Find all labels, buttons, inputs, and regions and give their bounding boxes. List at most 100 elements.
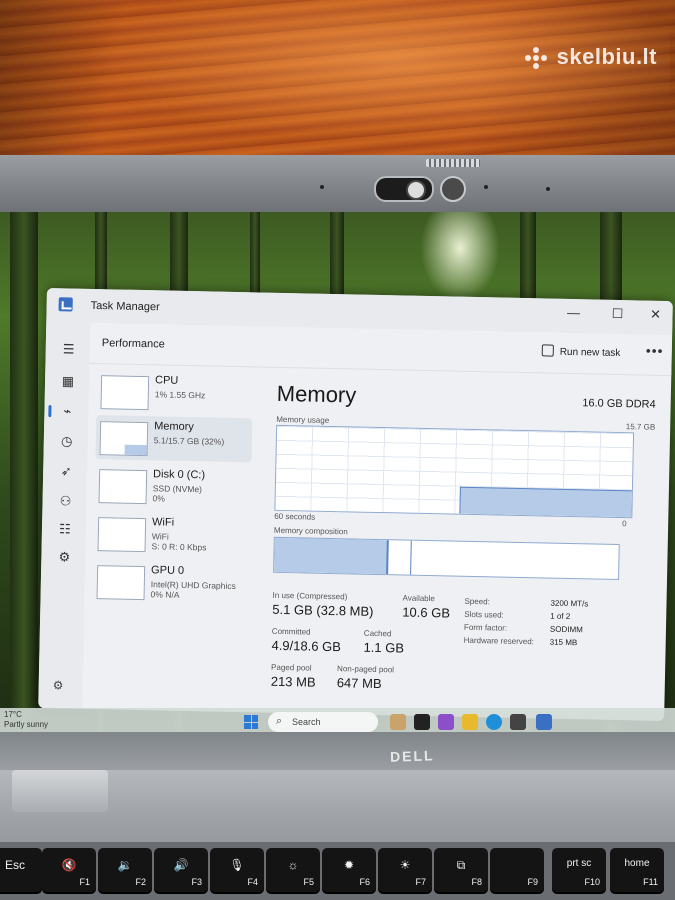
- minimize-button[interactable]: —: [558, 305, 588, 321]
- graph-time-right: 0: [622, 519, 627, 529]
- display-switch-icon: ⧉: [456, 858, 466, 872]
- wallpaper-sky: [420, 212, 500, 302]
- in-use-label: In use (Compressed): [272, 590, 348, 602]
- run-new-task-label: Run new task: [559, 346, 621, 360]
- watermark: skelbiu.lt: [524, 44, 657, 70]
- committed-label: Committed: [271, 626, 311, 637]
- device-item-gpu[interactable]: GPU 0 Intel(R) UHD Graphics 0% N/A: [92, 559, 249, 606]
- start-button-icon[interactable]: [244, 715, 258, 729]
- brightness-up-icon: ☀: [399, 858, 411, 872]
- wallpaper-tree: [10, 212, 38, 732]
- services-icon[interactable]: ⚙: [55, 548, 73, 566]
- paged-pool-label: Paged pool: [271, 662, 312, 673]
- available-label: Available: [402, 593, 436, 604]
- brightness-down-icon: ✹: [343, 858, 355, 872]
- page-title: Performance: [101, 337, 165, 351]
- window-title: Task Manager: [90, 299, 160, 314]
- graph-time-left: 60 seconds: [274, 511, 316, 522]
- committed-value: 4.9/18.6 GB: [271, 637, 342, 655]
- sensor-dot: [320, 185, 324, 189]
- mute-icon: 🔇: [61, 858, 77, 872]
- in-use-value: 5.1 GB (32.8 MB): [272, 601, 374, 619]
- task-manager-window: Task Manager — ☐ ✕ ☰ ▦ ⌁ ◷ ➶ ⚇ ☷ ⚙ ⚙ Per…: [38, 288, 673, 722]
- device-detail: 5.1/15.7 GB (32%): [153, 435, 225, 447]
- file-explorer-icon[interactable]: [462, 714, 478, 730]
- device-item-wifi[interactable]: WiFi WiFi S: 0 R: 0 Kbps: [93, 511, 250, 558]
- device-item-disk[interactable]: Disk 0 (C:) SSD (NVMe) 0%: [94, 463, 251, 510]
- taskbar-app-icon[interactable]: [390, 714, 406, 730]
- memory-usage-fill: [459, 486, 633, 518]
- more-options-button[interactable]: •••: [646, 343, 664, 359]
- processes-icon[interactable]: ▦: [59, 372, 77, 390]
- teams-icon[interactable]: [438, 714, 454, 730]
- key-f6[interactable]: ✹ F6: [322, 848, 376, 892]
- device-name: Memory: [154, 420, 194, 434]
- device-detail: WiFi: [151, 531, 169, 542]
- memory-thumbnail-graph: [99, 421, 149, 457]
- key-f2[interactable]: 🔉 F2: [98, 848, 152, 892]
- maximize-button[interactable]: ☐: [602, 306, 632, 323]
- cached-value: 1.1 GB: [363, 639, 405, 656]
- key-f1[interactable]: 🔇 F1: [42, 848, 96, 892]
- device-name: GPU 0: [150, 564, 185, 577]
- memory-composition-bar: [273, 536, 620, 581]
- webcam-lens-icon: [406, 180, 426, 200]
- weather-widget[interactable]: 17°C Partly sunny: [4, 710, 48, 730]
- detail-key: Hardware reserved:: [463, 635, 535, 647]
- device-item-cpu[interactable]: CPU 1% 1.55 GHz: [96, 369, 253, 416]
- taskbar-search-box[interactable]: ⌕ Search: [268, 712, 378, 732]
- memory-thumbnail-fill: [124, 444, 147, 456]
- startup-icon[interactable]: ➶: [57, 462, 75, 480]
- edge-icon[interactable]: [486, 714, 502, 730]
- sunlight-patch: [60, 0, 670, 150]
- store-icon[interactable]: [510, 714, 526, 730]
- device-item-memory[interactable]: Memory 5.1/15.7 GB (32%): [95, 415, 253, 463]
- key-f8[interactable]: ⧉ F8: [434, 848, 488, 892]
- performance-icon[interactable]: ⌁: [58, 402, 76, 420]
- hinge: [12, 770, 108, 812]
- key-f4[interactable]: 🎙 F4: [210, 848, 264, 892]
- run-new-task-button[interactable]: Run new task: [541, 344, 621, 360]
- detail-value: 3200 MT/s: [550, 598, 589, 609]
- task-view-icon[interactable]: [414, 714, 430, 730]
- laptop-screen: Task Manager — ☐ ✕ ☰ ▦ ⌁ ◷ ➶ ⚇ ☷ ⚙ ⚙ Per…: [0, 212, 675, 732]
- memory-usage-graph: [274, 424, 635, 519]
- composition-modified: [390, 540, 412, 575]
- device-name: CPU: [154, 374, 179, 387]
- memory-panel: Memory 16.0 GB DDR4 Memory usage 15.7 GB…: [262, 373, 664, 711]
- key-f3[interactable]: 🔊 F3: [154, 848, 208, 892]
- users-icon[interactable]: ⚇: [56, 492, 74, 510]
- search-placeholder: Search: [292, 717, 321, 727]
- sensor-dot: [484, 185, 488, 189]
- detail-key: Slots used:: [464, 609, 504, 620]
- key-esc[interactable]: Esc: [0, 848, 42, 892]
- search-icon: ⌕: [276, 715, 283, 727]
- laptop-lower-bezel: [0, 732, 675, 772]
- wood-background: [0, 0, 675, 160]
- key-f11[interactable]: home F11: [610, 848, 664, 892]
- app-history-icon[interactable]: ◷: [58, 432, 76, 450]
- device-detail: 1% 1.55 GHz: [154, 389, 206, 401]
- windows-taskbar: 17°C Partly sunny ⌕ Search: [0, 708, 675, 732]
- key-f9[interactable]: F9: [490, 848, 544, 892]
- dell-logo: DELL: [389, 747, 435, 765]
- detail-key: Speed:: [464, 596, 490, 607]
- device-detail-2: 0% N/A: [150, 589, 180, 600]
- watermark-logo-icon: [524, 47, 551, 70]
- key-f7[interactable]: ☀ F7: [378, 848, 432, 892]
- close-button[interactable]: ✕: [640, 306, 670, 323]
- key-f10[interactable]: prt sc F10: [552, 848, 606, 892]
- available-value: 10.6 GB: [402, 604, 451, 621]
- volume-up-icon: 🔊: [173, 858, 189, 872]
- laptop-top-bezel: [0, 155, 675, 213]
- non-paged-pool-label: Non-paged pool: [336, 664, 395, 675]
- watermark-text: skelbiu.lt: [556, 44, 657, 69]
- menu-icon[interactable]: ☰: [60, 340, 78, 358]
- memory-usage-label: Memory usage: [276, 414, 330, 425]
- device-detail-2: S: 0 R: 0 Kbps: [151, 541, 207, 553]
- key-f5[interactable]: ☼ F5: [266, 848, 320, 892]
- settings-icon[interactable]: ⚙: [53, 678, 64, 692]
- task-manager-taskbar-icon[interactable]: [536, 714, 552, 730]
- detail-value: 315 MB: [549, 637, 578, 648]
- details-icon[interactable]: ☷: [56, 520, 74, 538]
